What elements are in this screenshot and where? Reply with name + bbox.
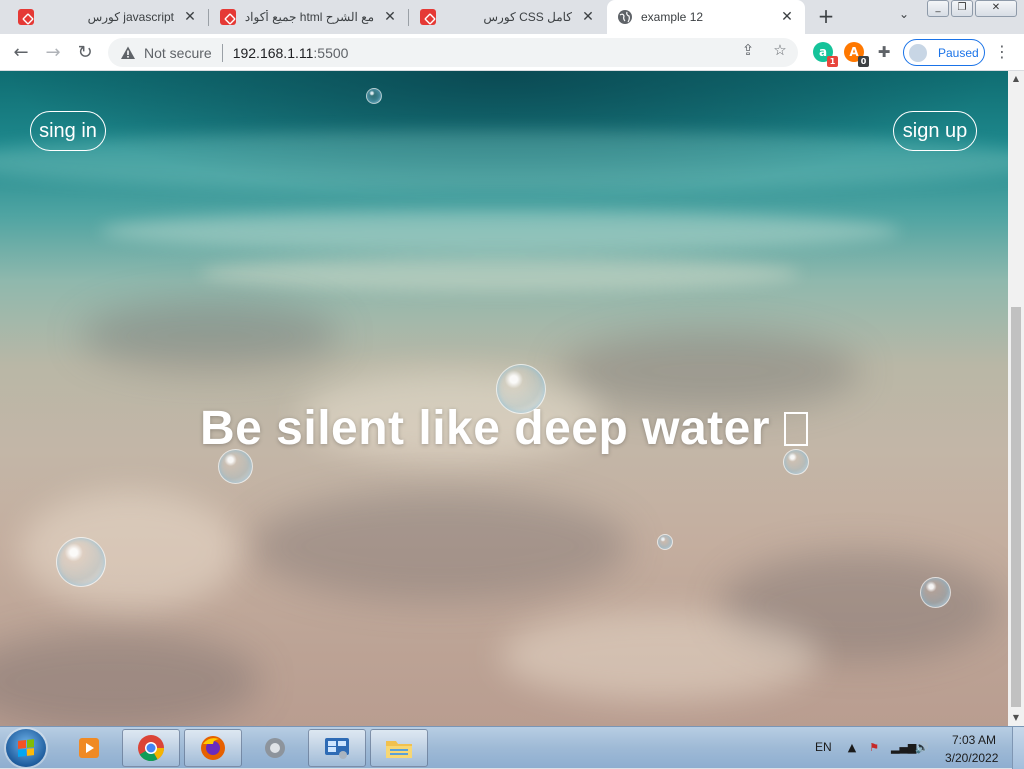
sand-shadow [80,301,340,371]
window-close-icon[interactable]: ✕ [975,0,1017,17]
action-center-flag-icon[interactable]: ⚑ [867,741,881,755]
clock-date[interactable]: 3/20/2022 [945,751,998,765]
tab-example-12[interactable]: example 12 ✕ [607,0,805,34]
sand-light [20,491,240,611]
profile-button[interactable]: Paused [903,39,985,66]
profile-status-label: Paused [938,45,979,60]
water-ripple [200,256,800,291]
close-icon[interactable]: ✕ [779,9,795,25]
show-hidden-icons-arrow-icon[interactable]: ▲ [845,741,859,755]
minimize-icon[interactable]: _ [927,0,949,17]
control-panel-icon[interactable] [308,729,366,767]
address-divider [221,43,223,62]
avast-extension-icon[interactable]: A 0 [844,42,869,67]
page-headline: Be silent like deep water [0,401,1008,456]
windows-logo-icon [18,739,34,757]
tab-html-codes[interactable]: جميع أكواد html مع الشرح ✕ [210,0,408,34]
extension-badge: 0 [858,56,869,67]
kebab-menu-icon[interactable]: ⋮ [992,41,1012,63]
restore-icon[interactable]: ❐ [951,0,973,17]
network-signal-icon[interactable]: ▂▄▆ [891,741,916,755]
new-tab-button[interactable]: + [814,5,838,29]
grammar-extension-icon[interactable]: a 1 [813,42,838,67]
security-label[interactable]: Not secure [144,45,212,61]
puzzle-extensions-icon[interactable]: ✚ [875,43,893,61]
file-explorer-icon[interactable] [370,729,428,767]
scrollbar-thumb[interactable] [1011,307,1021,707]
warning-icon[interactable] [120,45,136,61]
sand-shadow [250,491,630,601]
window-controls: _ ❐ ✕ [927,0,1019,18]
red-app-icon [18,9,34,25]
tab-strip: كورس javascript ✕ جميع أكواد html مع الش… [0,0,1024,34]
address-bar[interactable]: Not secure 192.168.1.11:5500 [108,38,798,67]
tab-divider [208,9,209,26]
start-button[interactable] [6,729,46,767]
chrome-icon[interactable] [122,729,180,767]
tab-divider [408,9,409,26]
headline-text: Be silent like deep water [199,402,771,455]
volume-speaker-icon[interactable]: 🔊 [915,741,929,755]
sign-in-button[interactable]: sing in [30,111,106,151]
share-icon[interactable]: ⇪ [739,41,757,59]
forward-arrow-icon[interactable]: → [40,40,66,66]
reload-icon[interactable]: ↻ [72,40,98,66]
sand-shadow [0,631,260,726]
tab-title: كورس javascript [87,10,174,24]
settings-gear-icon[interactable] [246,729,304,767]
water-ripple [100,211,900,251]
bubble [920,577,951,608]
missing-glyph-icon [784,412,809,446]
language-indicator[interactable]: EN [815,740,832,754]
tab-title: example 12 [641,10,704,24]
media-player-icon[interactable] [60,729,118,767]
tab-javascript-course[interactable]: كورس javascript ✕ [8,0,208,34]
extension-badge: 1 [827,56,838,67]
scroll-up-arrow-icon[interactable]: ▲ [1008,71,1024,87]
tab-title: كورس CSS كامل [483,10,572,24]
sign-up-button[interactable]: sign up [893,111,977,151]
red-app-icon [420,9,436,25]
firefox-icon[interactable] [184,729,242,767]
bubble [366,88,382,104]
browser-toolbar: ← → ↻ Not secure 192.168.1.11:5500 ⇪ ☆ a… [0,34,1024,71]
red-app-icon [220,9,236,25]
back-arrow-icon[interactable]: ← [8,40,34,66]
tab-title: جميع أكواد html مع الشرح [244,10,374,24]
water-ripple [0,131,1008,191]
sand-shadow [560,331,860,411]
clock-time[interactable]: 7:03 AM [952,733,996,747]
close-icon[interactable]: ✕ [182,9,198,25]
close-icon[interactable]: ✕ [580,9,596,25]
url-port[interactable]: :5500 [313,45,348,61]
close-icon[interactable]: ✕ [382,9,398,25]
bubble [657,534,673,550]
globe-icon [618,10,632,24]
bookmark-star-icon[interactable]: ☆ [771,41,789,59]
avatar [908,42,928,63]
url-host[interactable]: 192.168.1.11 [233,45,314,61]
tab-search-chevron-icon[interactable]: ⌄ [893,7,915,27]
page-viewport: sing in sign up Be silent like deep wate… [0,71,1008,726]
tab-css-course[interactable]: كورس CSS كامل ✕ [410,0,606,34]
bubble [56,537,106,587]
windows-taskbar: EN ▲ ⚑ ▂▄▆ 🔊 7:03 AM 3/20/2022 [0,726,1024,769]
sand-light [500,611,820,701]
scroll-down-arrow-icon[interactable]: ▼ [1008,710,1024,726]
show-desktop-button[interactable] [1012,727,1024,769]
